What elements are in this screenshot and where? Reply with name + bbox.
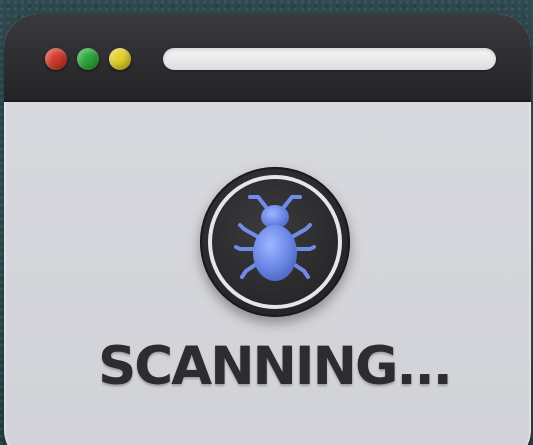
close-button[interactable] [45, 48, 67, 70]
browser-window: SCANNING... [4, 14, 531, 445]
bug-icon [234, 195, 316, 281]
address-bar[interactable] [163, 48, 496, 70]
scan-badge [200, 167, 350, 317]
maximize-button[interactable] [77, 48, 99, 70]
title-bar [4, 14, 531, 102]
background: SCANNING... [0, 0, 533, 445]
status-text: SCANNING... [98, 336, 453, 397]
minimize-button[interactable] [109, 48, 131, 70]
